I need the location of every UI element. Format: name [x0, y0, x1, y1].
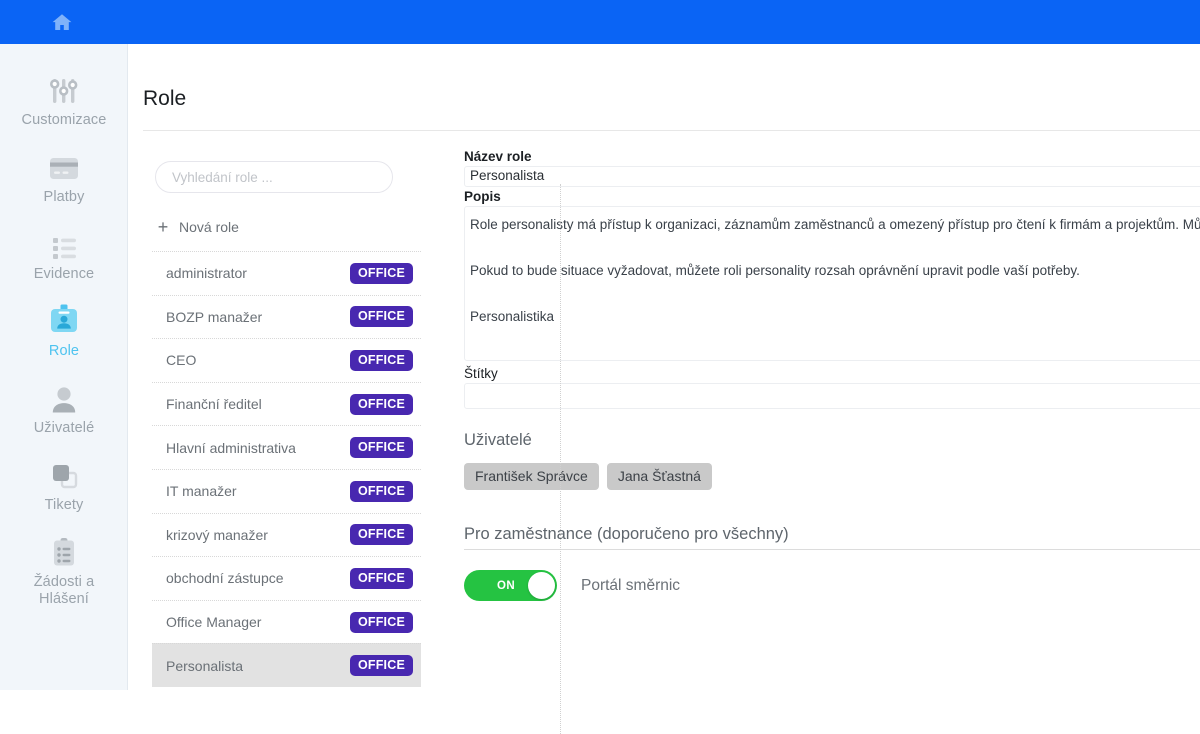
- sidebar-item-role[interactable]: Role: [0, 299, 128, 360]
- user-chip[interactable]: Jana Šťastná: [606, 463, 712, 490]
- toggle-knob: [528, 572, 555, 599]
- status-badge: OFFICE: [349, 349, 413, 371]
- windows-icon: [45, 453, 83, 493]
- portal-smernic-toggle[interactable]: ON: [464, 570, 557, 601]
- credit-card-icon: [45, 145, 83, 185]
- status-badge: OFFICE: [349, 306, 413, 328]
- clipboard-icon: [45, 530, 83, 570]
- toggle-row: ON Portál směrnic: [464, 570, 1200, 601]
- sidebar-item-label: Role: [48, 343, 80, 359]
- status-badge: OFFICE: [349, 262, 413, 284]
- sidebar-item-platby[interactable]: Platby: [0, 145, 128, 206]
- table-row-selected[interactable]: Personalista OFFICE: [152, 643, 421, 687]
- role-name: administrator: [166, 265, 247, 282]
- plus-icon: +: [157, 217, 169, 237]
- employees-section-divider: [464, 549, 1200, 550]
- role-name: BOZP manažer: [166, 308, 263, 325]
- role-name: krizový manažer: [166, 526, 268, 543]
- tags-field[interactable]: [464, 383, 1200, 409]
- sidebar-item-label: Customizace: [21, 112, 107, 128]
- page-title: Role: [143, 87, 187, 110]
- sidebar-item-label: Uživatelé: [33, 420, 95, 436]
- toggle-label: Portál směrnic: [581, 576, 681, 594]
- role-name: IT manažer: [166, 483, 237, 500]
- sidebar-item-label: Platby: [43, 189, 85, 205]
- sidebar-item-customizace[interactable]: Customizace: [0, 68, 128, 129]
- role-detail-panel: Název role Personalista Popis Role perso…: [464, 149, 1200, 690]
- toggle-state-label: ON: [497, 579, 516, 592]
- main-content: Role + Nová role administrator OFFICE BO…: [128, 44, 1200, 734]
- user-chip[interactable]: František Správce: [464, 463, 599, 490]
- status-badge: OFFICE: [349, 524, 413, 546]
- table-row[interactable]: administrator OFFICE: [152, 251, 421, 295]
- status-badge: OFFICE: [349, 480, 413, 502]
- status-badge: OFFICE: [349, 655, 413, 677]
- employees-section: Pro zaměstnance (doporučeno pro všechny): [464, 525, 1200, 550]
- status-badge: OFFICE: [349, 611, 413, 633]
- title-divider: [143, 130, 1200, 131]
- panel-divider: [560, 184, 561, 734]
- users-section-label: Uživatelé: [464, 431, 532, 449]
- list-icon: [45, 222, 83, 262]
- new-role-button[interactable]: + Nová role: [155, 209, 413, 245]
- top-bar: [0, 0, 1200, 44]
- sidebar-item-tikety[interactable]: Tikety: [0, 453, 128, 514]
- sidebar-item-label: Evidence: [33, 266, 95, 282]
- table-row[interactable]: IT manažer OFFICE: [152, 468, 421, 513]
- table-row[interactable]: Hlavní administrativa OFFICE: [152, 425, 421, 469]
- description-label: Popis: [464, 189, 501, 204]
- table-row[interactable]: CEO OFFICE: [152, 338, 421, 382]
- sidebar-item-label: Tikety: [44, 497, 84, 513]
- role-rows: administrator OFFICE BOZP manažer OFFICE…: [141, 251, 433, 687]
- role-name: Office Manager: [166, 614, 262, 631]
- search-input[interactable]: [155, 161, 393, 193]
- new-role-label: Nová role: [179, 219, 239, 235]
- table-row[interactable]: krizový manažer OFFICE: [152, 512, 421, 557]
- sidebar-item-evidence[interactable]: Evidence: [0, 222, 128, 283]
- table-row[interactable]: Office Manager OFFICE: [152, 599, 421, 644]
- description-field[interactable]: Role personalisty má přístup k organizac…: [464, 206, 1200, 361]
- sidebar-item-zadosti-a-hlaseni[interactable]: Žádosti a Hlášení: [0, 530, 128, 608]
- status-badge: OFFICE: [349, 437, 413, 459]
- sidebar: Customizace Platby Evidence Role Uživate…: [0, 44, 128, 690]
- employees-section-label: Pro zaměstnance (doporučeno pro všechny): [464, 525, 789, 543]
- tags-label: Štítky: [464, 366, 498, 381]
- role-name: obchodní zástupce: [166, 570, 284, 587]
- role-name: Finanční ředitel: [166, 396, 262, 413]
- id-badge-icon: [45, 299, 83, 339]
- role-list-panel: + Nová role administrator OFFICE BOZP ma…: [141, 149, 433, 690]
- user-chips: František Správce Jana Šťastná: [464, 463, 1200, 490]
- role-name-field[interactable]: Personalista: [464, 166, 1200, 187]
- role-name: Personalista: [166, 657, 244, 674]
- table-row[interactable]: BOZP manažer OFFICE: [152, 294, 421, 339]
- home-icon[interactable]: [47, 9, 77, 35]
- user-icon: [45, 376, 83, 416]
- status-badge: OFFICE: [349, 567, 413, 589]
- name-label: Název role: [464, 149, 532, 164]
- sidebar-item-label: Žádosti a Hlášení: [33, 574, 95, 607]
- sliders-icon: [45, 68, 83, 108]
- role-name: Hlavní administrativa: [166, 439, 296, 456]
- role-name: CEO: [166, 352, 197, 369]
- table-row[interactable]: obchodní zástupce OFFICE: [152, 556, 421, 600]
- sidebar-item-uzivatele[interactable]: Uživatelé: [0, 376, 128, 437]
- status-badge: OFFICE: [349, 393, 413, 415]
- table-row[interactable]: Finanční ředitel OFFICE: [152, 381, 421, 426]
